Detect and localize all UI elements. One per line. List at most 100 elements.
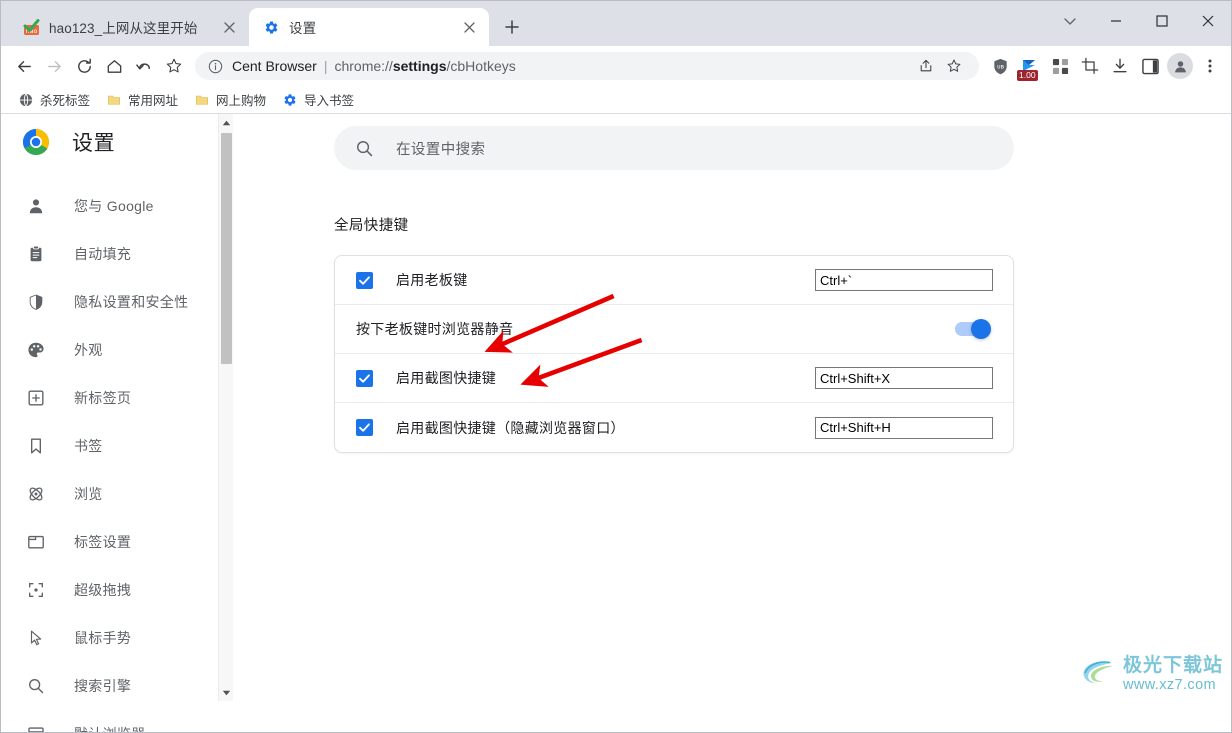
row-enable-boss-key[interactable]: 启用老板键	[335, 256, 1013, 305]
window-icon	[26, 532, 46, 552]
omnibox-separator: |	[323, 58, 328, 74]
row-control	[815, 367, 993, 389]
sidebar-item-label: 鼠标手势	[74, 630, 132, 646]
watermark-url: www.xz7.com	[1122, 676, 1217, 693]
sidebar-item-search-engine[interactable]: 搜索引擎	[1, 662, 233, 710]
sidebar-item-label: 搜索引擎	[74, 678, 132, 694]
checkbox-enable-screenshot-hidden-window[interactable]	[356, 419, 373, 436]
bookmark-label: 导入书签	[304, 94, 355, 108]
extensions-grid-icon[interactable]	[1045, 51, 1075, 81]
sidebar-item-appearance[interactable]: 外观	[1, 326, 233, 374]
scroll-up-arrow-icon[interactable]	[219, 114, 234, 131]
checkbox-enable-screenshot-hotkey[interactable]	[356, 369, 373, 387]
atom-icon	[26, 484, 46, 504]
sidebar-item-browsing[interactable]: 浏览	[1, 470, 233, 518]
search-icon	[354, 138, 374, 158]
bookmark-star-icon[interactable]	[159, 51, 189, 81]
sidebar-item-label: 超级拖拽	[74, 582, 132, 598]
toggle-mute-on-boss-key[interactable]	[955, 319, 991, 339]
hao123-favicon: hao	[23, 18, 40, 36]
hotkey-input-boss-key[interactable]	[815, 269, 993, 291]
bookmark-folder-common-sites[interactable]: 常用网址	[99, 87, 185, 112]
watermark-text: 极光下载站 www.xz7.com	[1122, 655, 1223, 693]
row-mute-on-boss-key[interactable]: 按下老板键时浏览器静音	[335, 305, 1013, 354]
scrollbar-thumb[interactable]	[221, 133, 232, 364]
bookmark-label: 杀死标签	[40, 94, 91, 108]
hotkeys-card: 启用老板键 按下老板键时浏览器静音 启	[334, 255, 1014, 453]
sidebar-item-you-and-google[interactable]: 您与 Google	[1, 182, 233, 230]
hotkey-input-screenshot[interactable]	[815, 367, 993, 389]
maximize-button[interactable]	[1139, 1, 1185, 41]
sidebar-item-super-drag[interactable]: 超级拖拽	[1, 566, 233, 614]
scroll-down-arrow-icon[interactable]	[219, 684, 234, 701]
tab-settings[interactable]: 设置	[249, 8, 489, 46]
adblock-shield-icon[interactable]: ᴜʙ	[985, 51, 1015, 81]
search-settings-bar[interactable]: 在设置中搜索	[334, 126, 1014, 170]
clipboard-icon	[26, 244, 46, 264]
sidebar-item-tab-settings[interactable]: 标签设置	[1, 518, 233, 566]
address-bar[interactable]: Cent Browser | chrome://settings/cbHotke…	[195, 52, 979, 80]
sidebar-item-bookmarks[interactable]: 书签	[1, 422, 233, 470]
tab-title: 设置	[289, 21, 317, 36]
row-control	[815, 416, 993, 439]
checkbox-enable-boss-key[interactable]	[356, 271, 373, 289]
settings-page: 设置 您与 Google 自动填充 隐私设置和安全性 外观 新标签页 书签 浏览…	[1, 114, 1231, 732]
omnibox-url: chrome://settings/cbHotkeys	[334, 58, 515, 74]
profile-avatar-icon[interactable]	[1167, 53, 1193, 79]
page-info-icon[interactable]	[207, 58, 223, 74]
sidebar-item-privacy-security[interactable]: 隐私设置和安全性	[1, 278, 233, 326]
window-controls	[1047, 1, 1231, 41]
sidebar-scrollbar[interactable]	[218, 114, 233, 701]
close-icon[interactable]	[459, 17, 479, 37]
sidebar-item-default-browser[interactable]: 默认浏览器	[1, 710, 233, 732]
drag-icon	[26, 580, 46, 600]
home-icon[interactable]	[99, 51, 129, 81]
undo-close-tab-icon[interactable]	[129, 51, 159, 81]
person-icon	[26, 196, 46, 216]
bookmark-item-kill-tab[interactable]: 杀死标签	[11, 87, 97, 112]
search-input[interactable]: 在设置中搜索	[396, 138, 485, 159]
browser-window: hao hao123_上网从这里开始 设置 Cent Browser | chr…	[0, 0, 1232, 733]
star-icon[interactable]	[941, 53, 967, 79]
tab-strip: hao hao123_上网从这里开始 设置	[1, 1, 527, 46]
settings-gear-favicon	[263, 19, 280, 36]
row-label: 启用老板键	[396, 272, 468, 288]
hotkey-input-screenshot-hidden[interactable]	[815, 416, 993, 439]
sidebar-item-label: 标签设置	[74, 534, 132, 550]
sidebar-item-mouse-gestures[interactable]: 鼠标手势	[1, 614, 233, 662]
settings-sidebar: 设置 您与 Google 自动填充 隐私设置和安全性 外观 新标签页 书签 浏览…	[1, 114, 233, 732]
page-title: 设置	[72, 132, 116, 155]
sidepanel-icon[interactable]	[1135, 51, 1165, 81]
close-icon[interactable]	[219, 17, 239, 37]
extension-flag-icon[interactable]: 1.00	[1015, 51, 1045, 81]
forward-icon[interactable]	[39, 51, 69, 81]
url-path: /cbHotkeys	[446, 58, 516, 74]
tab-search-button[interactable]	[1047, 1, 1093, 41]
chrome-menu-icon[interactable]	[1195, 51, 1225, 81]
row-enable-screenshot-hotkey[interactable]: 启用截图快捷键	[335, 354, 1013, 403]
chrome-settings-logo	[22, 128, 50, 156]
sidebar-item-new-tab-page[interactable]: 新标签页	[1, 374, 233, 422]
watermark-logo-icon	[1079, 653, 1121, 695]
browser-toolbar: Cent Browser | chrome://settings/cbHotke…	[1, 46, 1231, 86]
sidebar-item-label: 浏览	[74, 486, 103, 502]
close-button[interactable]	[1185, 1, 1231, 41]
new-tab-icon	[26, 388, 46, 408]
share-icon[interactable]	[913, 53, 939, 79]
omnibox-brand: Cent Browser	[232, 58, 317, 74]
minimize-button[interactable]	[1093, 1, 1139, 41]
back-icon[interactable]	[9, 51, 39, 81]
tab-title: hao123_上网从这里开始	[49, 21, 198, 36]
new-tab-button[interactable]	[497, 12, 527, 42]
screenshot-crop-icon[interactable]	[1075, 51, 1105, 81]
row-enable-screenshot-hidden-window[interactable]: 启用截图快捷键（隐藏浏览器窗口）	[335, 403, 1013, 452]
bookmark-icon	[26, 436, 46, 456]
reload-icon[interactable]	[69, 51, 99, 81]
sidebar-item-label: 外观	[74, 342, 103, 358]
bookmark-item-import[interactable]: 导入书签	[275, 87, 361, 112]
tab-hao123[interactable]: hao hao123_上网从这里开始	[9, 8, 249, 46]
site-watermark: 极光下载站 www.xz7.com	[1079, 653, 1223, 695]
bookmark-folder-online-shopping[interactable]: 网上购物	[187, 87, 273, 112]
download-icon[interactable]	[1105, 51, 1135, 81]
sidebar-item-autofill[interactable]: 自动填充	[1, 230, 233, 278]
